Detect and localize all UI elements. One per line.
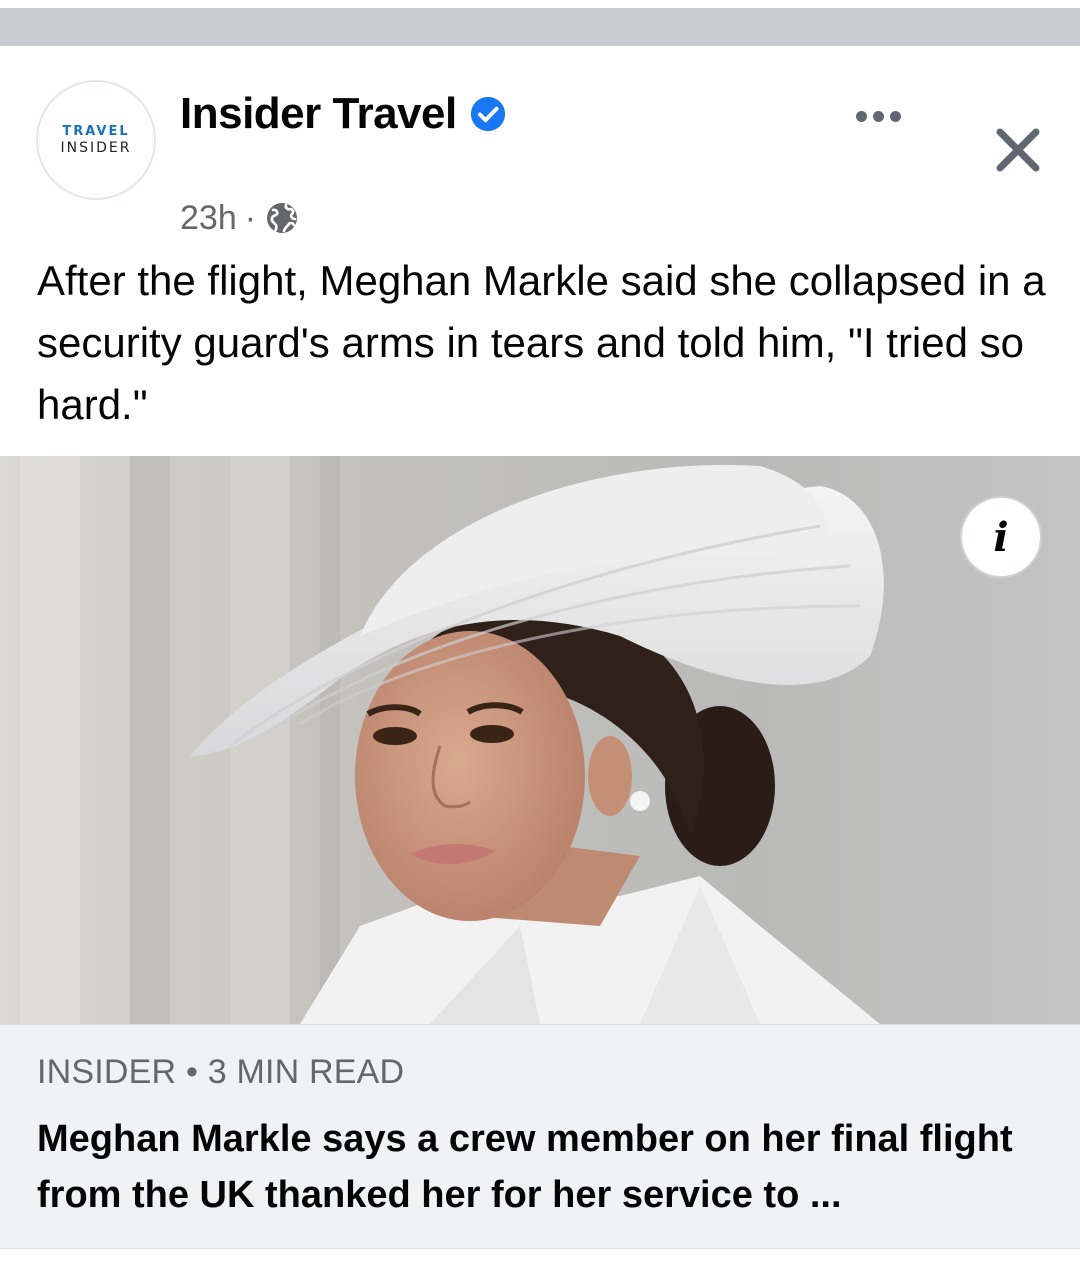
close-icon[interactable] xyxy=(990,122,1046,178)
link-preview-image[interactable] xyxy=(0,456,1080,1024)
link-preview-footer[interactable]: INSIDER • 3 MIN READ Meghan Markle says … xyxy=(0,1024,1080,1249)
verified-badge-icon xyxy=(470,96,505,132)
post-timestamp[interactable]: 23h xyxy=(180,199,237,238)
page-name-row: Insider Travel xyxy=(180,86,507,142)
portrait-photo xyxy=(0,456,1080,1024)
post-header: TRAVEL INSIDER Insider Travel 23h · xyxy=(0,46,1080,237)
page-avatar[interactable]: TRAVEL INSIDER xyxy=(36,80,156,200)
top-strip xyxy=(0,0,1080,8)
feed-post: TRAVEL INSIDER Insider Travel 23h · Afte… xyxy=(0,46,1080,1273)
info-icon[interactable]: i xyxy=(960,496,1042,578)
globe-icon xyxy=(267,203,298,233)
avatar-logo-line2: INSIDER xyxy=(60,139,132,156)
link-title[interactable]: Meghan Markle says a crew member on her … xyxy=(37,1111,1047,1223)
more-options-icon[interactable] xyxy=(848,96,908,136)
meta-separator: · xyxy=(244,198,257,237)
avatar-logo-line1: TRAVEL xyxy=(62,123,130,139)
link-domain: INSIDER • 3 MIN READ xyxy=(37,1053,405,1091)
more-dot xyxy=(889,110,901,122)
more-dot xyxy=(855,110,867,122)
more-dot xyxy=(872,110,884,122)
post-message: After the flight, Meghan Markle said she… xyxy=(37,257,1046,428)
feed-divider xyxy=(0,8,1080,46)
page-name[interactable]: Insider Travel xyxy=(180,89,457,139)
post-meta: 23h · xyxy=(180,196,300,240)
